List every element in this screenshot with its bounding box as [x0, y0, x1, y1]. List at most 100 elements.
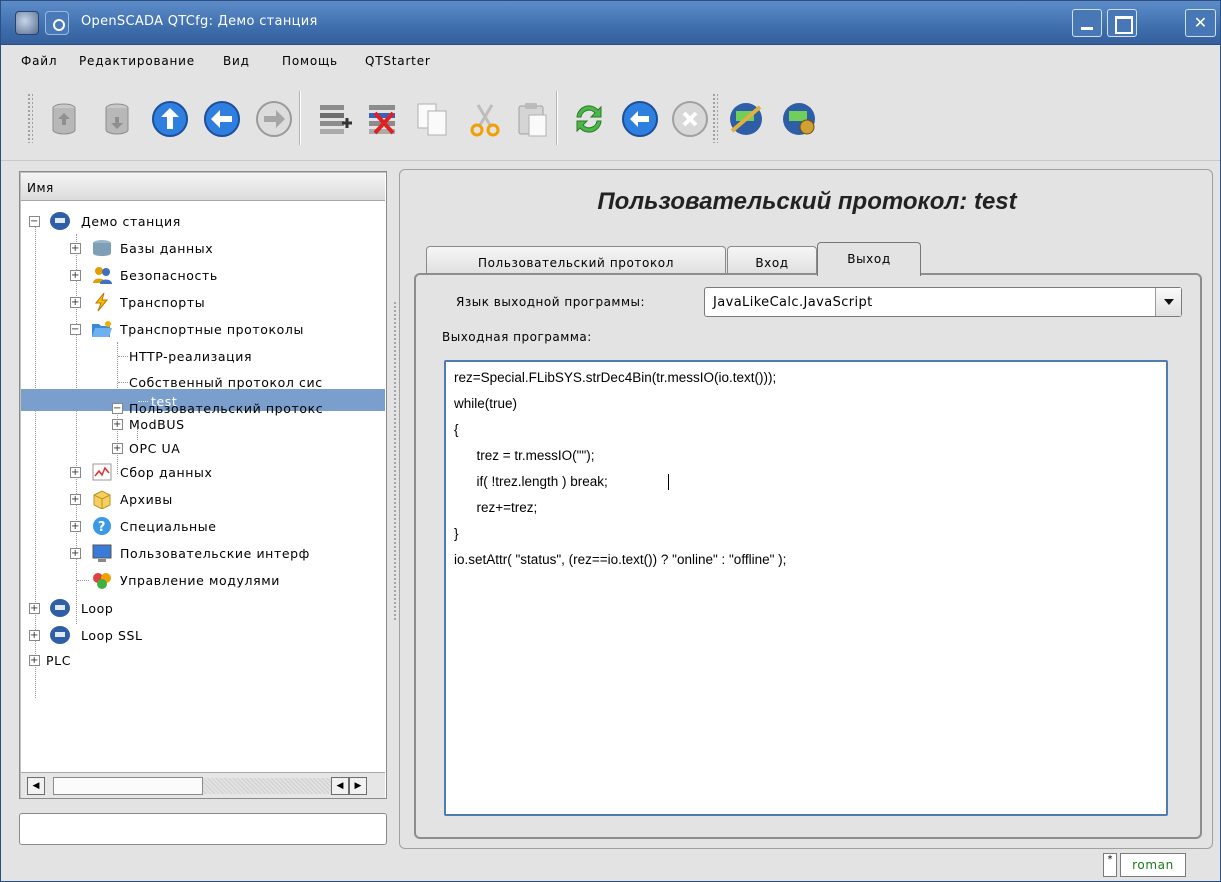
- tree-item-label: HTTP-реализация: [129, 349, 253, 364]
- user-badge[interactable]: roman: [1120, 853, 1186, 877]
- tree-item-security[interactable]: + Безопасность: [21, 263, 381, 287]
- tree-item-http[interactable]: HTTP-реализация: [21, 344, 381, 368]
- scroll-right-button[interactable]: ▶: [349, 777, 367, 795]
- tree-item-label: Loop: [81, 601, 114, 616]
- forward-icon[interactable]: [254, 99, 294, 139]
- users-icon: [93, 267, 112, 284]
- menu-bar: Файл Редактирование Вид Помощь QTStarter: [1, 45, 1220, 79]
- tree-item-data-acquisition[interactable]: + Сбор данных: [21, 460, 381, 484]
- delete-item-icon[interactable]: [363, 99, 403, 139]
- scroll-thumb[interactable]: [53, 777, 203, 795]
- scroll-left-button[interactable]: ◀: [27, 777, 45, 795]
- code-line: }: [454, 526, 459, 541]
- window-menu-button[interactable]: [45, 11, 69, 35]
- paste-icon[interactable]: [512, 99, 552, 139]
- refresh-icon[interactable]: [569, 99, 609, 139]
- app-icon[interactable]: [15, 11, 39, 35]
- chart-icon: [92, 463, 112, 481]
- tree-item-label: Транспортные протоколы: [120, 322, 304, 337]
- menu-qtstarter[interactable]: QTStarter: [365, 54, 431, 68]
- tree-item-label: Специальные: [120, 519, 217, 534]
- scroll-left-button-2[interactable]: ◀: [331, 777, 349, 795]
- tree-item-label: Пользовательские интерф: [120, 546, 310, 561]
- title-bar[interactable]: OpenSCADA QTCfg: Демо станция ✕: [1, 1, 1220, 45]
- tree-item-transport-protocols[interactable]: − Транспортные протоколы: [21, 317, 381, 341]
- toolbar-separator: [299, 91, 301, 145]
- add-item-icon[interactable]: [314, 99, 354, 139]
- tree-column-header[interactable]: Имя: [21, 173, 385, 201]
- tree-item-label: Безопасность: [120, 268, 218, 283]
- tree-item-transports[interactable]: + Транспорты: [21, 290, 381, 314]
- page-title: Пользовательский протокол: test: [597, 188, 1017, 215]
- database-icon: [93, 240, 111, 256]
- tree-item-label: Архивы: [120, 492, 173, 507]
- tree-body: − Демо станция + Базы данных + Безопасно…: [21, 202, 385, 772]
- station-link-icon[interactable]: [726, 99, 766, 139]
- navigation-tree[interactable]: Имя − Демо станция + Базы данных + Безоп…: [19, 171, 387, 799]
- close-button[interactable]: ✕: [1185, 9, 1216, 37]
- station-icon: [50, 212, 70, 230]
- stop-icon[interactable]: [670, 99, 710, 139]
- copy-icon[interactable]: [412, 99, 452, 139]
- menu-edit[interactable]: Редактирование: [79, 54, 195, 68]
- code-line: if( !trez.length ) break;: [454, 474, 608, 489]
- modules-icon: [93, 573, 111, 589]
- tree-item-label: ModBUS: [129, 417, 185, 432]
- program-label: Выходная программа:: [442, 330, 592, 344]
- program-editor[interactable]: rez=Special.FLibSYS.strDec4Bin(tr.messIO…: [444, 360, 1168, 816]
- code-line: while(true): [454, 396, 518, 411]
- menu-view[interactable]: Вид: [223, 54, 250, 68]
- tree-item-label: PLC: [46, 653, 72, 668]
- database-save-icon[interactable]: [97, 99, 137, 139]
- toolbar-grip-2[interactable]: [712, 93, 718, 143]
- language-label: Язык выходной программы:: [456, 295, 646, 309]
- tree-item-opcua[interactable]: + OPC UA: [21, 436, 381, 460]
- tree-horizontal-scrollbar[interactable]: ◀ ◀ ▶: [21, 772, 385, 798]
- menu-help[interactable]: Помощь: [282, 54, 338, 68]
- tab-input[interactable]: Вход: [727, 246, 817, 276]
- box-icon: [93, 490, 111, 509]
- station-icon: [50, 626, 70, 644]
- code-line: rez=Special.FLibSYS.strDec4Bin(tr.messIO…: [454, 370, 777, 385]
- language-select[interactable]: JavaLikeCalc.JavaScript: [704, 287, 1182, 317]
- station-icon: [50, 599, 70, 617]
- tree-item-label: Сбор данных: [120, 465, 213, 480]
- content-panel: Пользовательский протокол: test Пользова…: [399, 169, 1213, 849]
- start-icon[interactable]: [620, 99, 660, 139]
- tree-item-test[interactable]: test: [21, 389, 381, 413]
- tree-item-loop[interactable]: + Loop: [21, 596, 381, 620]
- tab-user-protocol[interactable]: Пользовательский протокол: [426, 246, 726, 276]
- tree-item-databases[interactable]: + Базы данных: [21, 236, 381, 260]
- tree-item-archives[interactable]: + Архивы: [21, 487, 381, 511]
- tree-item-plc[interactable]: + PLC: [21, 648, 381, 672]
- code-line: io.setAttr( "status", (rez==io.text()) ?…: [454, 552, 787, 567]
- toolbar-grip[interactable]: [27, 93, 33, 143]
- folder-open-icon: [92, 321, 112, 337]
- tree-item-user-interfaces[interactable]: + Пользовательские интерф: [21, 541, 381, 565]
- monitor-icon: [92, 544, 112, 562]
- database-load-icon[interactable]: [44, 99, 84, 139]
- toolbar: [1, 79, 1220, 161]
- back-icon[interactable]: [202, 99, 242, 139]
- status-indicator[interactable]: *: [1103, 853, 1117, 877]
- menu-file[interactable]: Файл: [21, 54, 57, 68]
- tree-item-modbus[interactable]: + ModBUS: [21, 412, 381, 436]
- scroll-track[interactable]: [203, 778, 331, 794]
- tree-item-label: Loop SSL: [81, 628, 143, 643]
- station-config-icon[interactable]: [779, 99, 819, 139]
- tab-output[interactable]: Выход: [817, 242, 921, 276]
- maximize-button[interactable]: [1107, 9, 1137, 37]
- help-icon: ?: [93, 517, 111, 535]
- panel-splitter[interactable]: [393, 301, 397, 621]
- chevron-down-icon[interactable]: [1155, 288, 1181, 316]
- tree-item-specials[interactable]: + ? Специальные: [21, 514, 381, 538]
- minimize-button[interactable]: [1072, 9, 1102, 37]
- cut-icon[interactable]: [464, 99, 504, 139]
- text-cursor: [668, 474, 669, 490]
- up-icon[interactable]: [150, 99, 190, 139]
- status-field[interactable]: [19, 813, 387, 845]
- tree-item-loop-ssl[interactable]: + Loop SSL: [21, 623, 381, 647]
- svg-text:?: ?: [98, 520, 106, 535]
- tree-item-demo-station[interactable]: − Демо станция: [21, 209, 381, 233]
- tree-item-module-management[interactable]: Управление модулями: [21, 568, 381, 592]
